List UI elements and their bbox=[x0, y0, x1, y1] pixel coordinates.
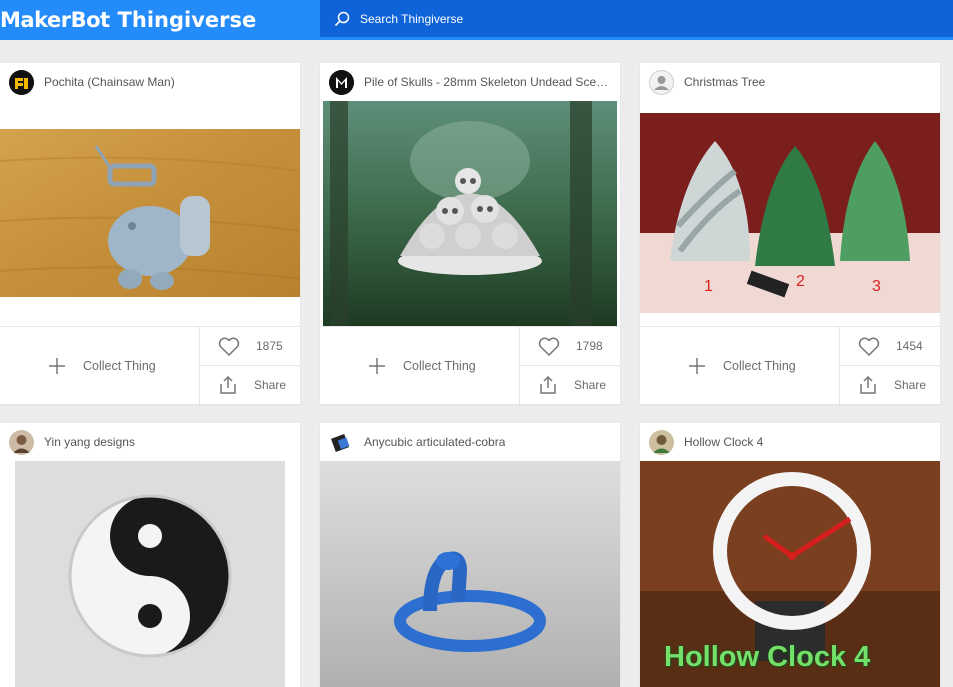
thing-title[interactable]: Christmas Tree bbox=[684, 75, 765, 89]
collect-thing-button[interactable]: Collect Thing bbox=[640, 327, 840, 404]
share-label: Share bbox=[574, 378, 607, 392]
like-button[interactable]: 1875 bbox=[200, 327, 300, 366]
avatar[interactable] bbox=[9, 429, 34, 455]
like-count: 1454 bbox=[896, 339, 923, 353]
thing-title[interactable]: Hollow Clock 4 bbox=[684, 435, 763, 449]
thing-title[interactable]: Anycubic articulated-cobra bbox=[364, 435, 505, 449]
collect-label: Collect Thing bbox=[403, 358, 476, 373]
search-input[interactable]: Search Thingiverse bbox=[320, 0, 953, 37]
thing-card[interactable]: Anycubic articulated-cobra bbox=[320, 423, 620, 687]
heart-icon bbox=[538, 337, 560, 356]
share-icon bbox=[860, 376, 876, 394]
thing-card[interactable]: Pochita (Chainsaw Man) Collect Thing 187… bbox=[0, 63, 300, 404]
like-count: 1875 bbox=[256, 339, 283, 353]
heart-icon bbox=[218, 337, 240, 356]
like-button[interactable]: 1798 bbox=[520, 327, 620, 366]
card-actions: Collect Thing 1875 Share bbox=[0, 326, 300, 404]
tree-number-2: 2 bbox=[796, 273, 805, 290]
thing-image[interactable] bbox=[0, 461, 300, 687]
image-caption: Hollow Clock 4 bbox=[664, 641, 871, 673]
share-button[interactable]: Share bbox=[840, 366, 940, 404]
thing-image[interactable] bbox=[320, 101, 620, 326]
thing-title[interactable]: Pile of Skulls - 28mm Skeleton Undead Sc… bbox=[364, 75, 609, 89]
thing-card[interactable]: Christmas Tree 1 2 3 Collect Thing 1454 … bbox=[640, 63, 940, 404]
tree-number-1: 1 bbox=[704, 278, 713, 295]
plus-icon bbox=[49, 357, 65, 374]
like-count: 1798 bbox=[576, 339, 603, 353]
share-button[interactable]: Share bbox=[200, 366, 300, 404]
share-icon bbox=[540, 376, 556, 394]
heart-icon bbox=[858, 337, 880, 356]
card-header: Anycubic articulated-cobra bbox=[320, 423, 620, 461]
avatar[interactable] bbox=[649, 69, 674, 95]
avatar[interactable] bbox=[329, 69, 354, 95]
thing-image[interactable] bbox=[320, 461, 620, 687]
share-button[interactable]: Share bbox=[520, 366, 620, 404]
thing-card[interactable]: Hollow Clock 4 Hollow Clock 4 bbox=[640, 423, 940, 687]
collect-label: Collect Thing bbox=[723, 358, 796, 373]
plus-icon bbox=[689, 357, 705, 374]
card-actions: Collect Thing 1798 Share bbox=[320, 326, 620, 404]
card-header: Pile of Skulls - 28mm Skeleton Undead Sc… bbox=[320, 63, 620, 101]
thing-title[interactable]: Pochita (Chainsaw Man) bbox=[44, 75, 175, 89]
collect-thing-button[interactable]: Collect Thing bbox=[320, 327, 520, 404]
share-icon bbox=[220, 376, 236, 394]
thing-title[interactable]: Yin yang designs bbox=[44, 435, 135, 449]
thing-card[interactable]: Yin yang designs bbox=[0, 423, 300, 687]
brand-thingiverse: Thingiverse bbox=[117, 8, 257, 32]
search-placeholder: Search Thingiverse bbox=[360, 11, 464, 26]
thing-image[interactable]: 1 2 3 bbox=[640, 101, 940, 326]
search-icon bbox=[334, 11, 350, 26]
top-nav-bar: MakerBot Thingiverse Search Thingiverse bbox=[0, 0, 953, 40]
brand-makerbot: MakerBot bbox=[0, 8, 110, 32]
avatar[interactable] bbox=[329, 429, 354, 455]
thing-image[interactable]: Hollow Clock 4 bbox=[640, 461, 940, 687]
plus-icon bbox=[369, 357, 385, 374]
card-actions: Collect Thing 1454 Share bbox=[640, 326, 940, 404]
card-header: Hollow Clock 4 bbox=[640, 423, 940, 461]
avatar[interactable] bbox=[9, 69, 34, 95]
thing-image[interactable] bbox=[0, 101, 300, 326]
like-button[interactable]: 1454 bbox=[840, 327, 940, 366]
card-header: Yin yang designs bbox=[0, 423, 300, 461]
card-header: Christmas Tree bbox=[640, 63, 940, 101]
share-label: Share bbox=[254, 378, 287, 392]
collect-label: Collect Thing bbox=[83, 358, 156, 373]
card-header: Pochita (Chainsaw Man) bbox=[0, 63, 300, 101]
thing-card[interactable]: Pile of Skulls - 28mm Skeleton Undead Sc… bbox=[320, 63, 620, 404]
collect-thing-button[interactable]: Collect Thing bbox=[0, 327, 200, 404]
thingiverse-logo[interactable]: MakerBot Thingiverse bbox=[0, 0, 320, 40]
avatar[interactable] bbox=[649, 429, 674, 455]
tree-number-3: 3 bbox=[872, 278, 881, 295]
share-label: Share bbox=[894, 378, 927, 392]
